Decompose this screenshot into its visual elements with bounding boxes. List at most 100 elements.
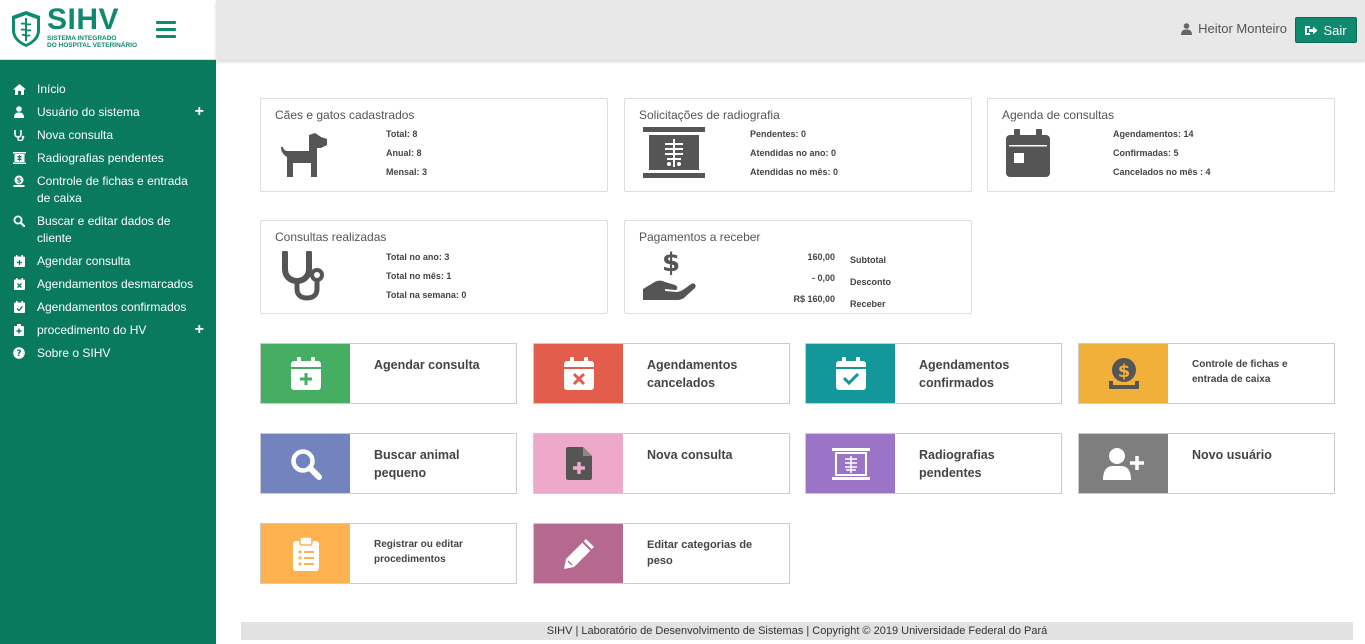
- tile-agendamentos-cancelados[interactable]: Agendamentos cancelados: [533, 343, 790, 404]
- expand-plus-icon[interactable]: +: [195, 321, 204, 338]
- tile-editar-categorias-peso[interactable]: Editar categorias de peso: [533, 523, 790, 584]
- user-name: Heitor Monteiro: [1198, 21, 1287, 36]
- tile-label: Editar categorias de peso: [647, 539, 753, 567]
- card-radiography: Solicitações de radiografia Pendentes: 0…: [624, 98, 972, 192]
- tile-icon-bg: [261, 434, 350, 493]
- brand-name: SIHV: [47, 3, 120, 36]
- brand-subtitle-line1: SISTEMA INTEGRADO: [47, 35, 117, 42]
- svg-text:$: $: [662, 249, 680, 278]
- tile-agendamentos-confirmados[interactable]: Agendamentos confirmados: [805, 343, 1062, 404]
- card-title: Cães e gatos cadastrados: [275, 108, 415, 122]
- tile-label: Registrar ou editar procedimentos: [374, 539, 463, 565]
- tile-label: Nova consulta: [647, 448, 733, 462]
- vet-shield-logo-icon: [12, 11, 40, 47]
- tile-icon-bg: [1079, 434, 1168, 493]
- stat-pending: Pendentes: 0: [750, 129, 807, 139]
- tile-registrar-procedimentos[interactable]: Registrar ou editar procedimentos: [260, 523, 517, 584]
- sidebar-item-sobre[interactable]: ? Sobre o SIHV: [0, 342, 216, 365]
- tile-controle-fichas[interactable]: $ Controle de fichas e entrada de caixa: [1078, 343, 1335, 404]
- sidebar-item-procedimento[interactable]: procedimento do HV +: [0, 319, 216, 342]
- stat-week: Total na semana: 0: [386, 290, 467, 300]
- tile-icon-bg: [806, 434, 895, 493]
- sidebar-item-usuario[interactable]: Usuário do sistema +: [0, 101, 216, 124]
- sidebar-item-confirmados[interactable]: Agendamentos confirmados: [0, 296, 216, 319]
- sidebar-item-label: Sobre o SIHV: [37, 346, 111, 360]
- tile-icon-bg: [806, 344, 895, 403]
- value-subtotal: 160,00: [807, 252, 835, 262]
- stat-annual: Anual: 8: [386, 148, 422, 158]
- expand-plus-icon[interactable]: +: [195, 103, 204, 120]
- clipboard-list-icon: [292, 536, 319, 571]
- home-icon: [12, 82, 26, 96]
- stat-cancelled: Cancelados no mês : 4: [1113, 167, 1211, 177]
- sign-out-icon: [1305, 25, 1318, 35]
- card-payments: Pagamentos a receber $ 160,00 - 0,00 R$ …: [624, 220, 972, 314]
- user-info: Heitor Monteiro: [1181, 21, 1287, 36]
- value-receive: R$ 160,00: [793, 294, 835, 304]
- card-stats: Total no ano: 3 Total no mês: 1 Total na…: [386, 248, 466, 305]
- card-title: Consultas realizadas: [275, 230, 387, 244]
- sidebar-item-controle-fichas[interactable]: $ Controle de fichas e entrada de caixa: [0, 170, 216, 210]
- tile-label: Agendar consulta: [374, 358, 480, 372]
- card-stats: Agendamentos: 14 Confirmadas: 5 Cancelad…: [1113, 125, 1211, 182]
- sidebar-item-label: Início: [37, 82, 66, 96]
- tile-label: Controle de fichas e entrada de caixa: [1192, 359, 1288, 385]
- cash-register-icon: $: [1108, 357, 1139, 389]
- tile-label: Novo usuário: [1192, 448, 1272, 462]
- sidebar-item-buscar-cliente[interactable]: Buscar e editar dados de cliente: [0, 210, 216, 250]
- tile-agendar-consulta[interactable]: Agendar consulta: [260, 343, 517, 404]
- label-subtotal: Subtotal: [850, 255, 886, 265]
- label-discount: Desconto: [850, 277, 892, 287]
- tile-icon-bg: $: [1079, 344, 1168, 403]
- tile-label: Buscar animal pequeno: [374, 448, 460, 480]
- sidebar-item-desmarcados[interactable]: Agendamentos desmarcados: [0, 273, 216, 296]
- sidebar-item-nova-consulta[interactable]: Nova consulta: [0, 124, 216, 147]
- sidebar-item-inicio[interactable]: Início: [0, 78, 216, 101]
- calendar-times-icon: [12, 277, 26, 291]
- sidebar-item-agendar-consulta[interactable]: Agendar consulta: [0, 250, 216, 273]
- stat-total: Total: 8: [386, 129, 418, 139]
- tile-label: Agendamentos confirmados: [919, 358, 1010, 390]
- tile-buscar-animal[interactable]: Buscar animal pequeno: [260, 433, 517, 494]
- tile-icon-bg: [261, 344, 350, 403]
- card-stats: Pendentes: 0 Atendidas no ano: 0 Atendid…: [750, 125, 838, 182]
- card-values: 160,00 - 0,00 R$ 160,00: [785, 247, 835, 310]
- calendar-plus-icon: [12, 254, 26, 268]
- stat-month: Atendidas no mês: 0: [750, 167, 839, 177]
- tile-label: Radiografias pendentes: [919, 448, 995, 480]
- tile-nova-consulta[interactable]: Nova consulta: [533, 433, 790, 494]
- brand-subtitle: SISTEMA INTEGRADO DO HOSPITAL VETERINÁRI…: [47, 35, 137, 49]
- brand-subtitle-line2: DO HOSPITAL VETERINÁRIO: [47, 42, 138, 49]
- stat-appointments: Agendamentos: 14: [1113, 129, 1194, 139]
- sidebar-item-label: Buscar e editar dados de cliente: [37, 214, 171, 245]
- tile-novo-usuario[interactable]: Novo usuário: [1078, 433, 1335, 494]
- tile-radiografias-pendentes[interactable]: Radiografias pendentes: [805, 433, 1062, 494]
- stethoscope-icon: [282, 251, 324, 301]
- xray-icon: [831, 447, 870, 480]
- logo-area: SIHV SISTEMA INTEGRADO DO HOSPITAL VETER…: [0, 0, 216, 60]
- calendar-check-icon: [12, 300, 26, 314]
- sidebar: Início Usuário do sistema + Nova consult…: [0, 60, 216, 644]
- calendar-times-icon: [563, 357, 594, 390]
- sidebar-item-radiografias[interactable]: Radiografias pendentes: [0, 147, 216, 170]
- logout-button[interactable]: Sair: [1295, 17, 1357, 43]
- label-receive: Receber: [850, 299, 886, 309]
- svg-text:?: ?: [16, 349, 21, 359]
- dog-icon: [281, 133, 327, 177]
- search-icon: [12, 214, 26, 228]
- menu-toggle-icon[interactable]: [156, 21, 176, 39]
- sidebar-item-label: Radiografias pendentes: [37, 151, 164, 165]
- value-discount: - 0,00: [811, 273, 835, 283]
- user-icon: [12, 105, 26, 119]
- svg-text:$: $: [17, 177, 22, 185]
- stat-year: Total no ano: 3: [386, 252, 450, 262]
- svg-text:$: $: [1117, 361, 1130, 382]
- sidebar-item-label: Agendamentos confirmados: [37, 300, 187, 314]
- sidebar-item-label: Controle de fichas e entrada de caixa: [37, 174, 188, 205]
- top-bar: Heitor Monteiro Sair: [216, 0, 1365, 60]
- user-plus-icon: [1102, 447, 1144, 480]
- card-consults: Consultas realizadas Total no ano: 3 Tot…: [260, 220, 608, 314]
- calendar-check-icon: [835, 357, 866, 390]
- sidebar-item-label: procedimento do HV: [37, 323, 147, 337]
- card-schedule: Agenda de consultas Agendamentos: 14 Con…: [987, 98, 1335, 192]
